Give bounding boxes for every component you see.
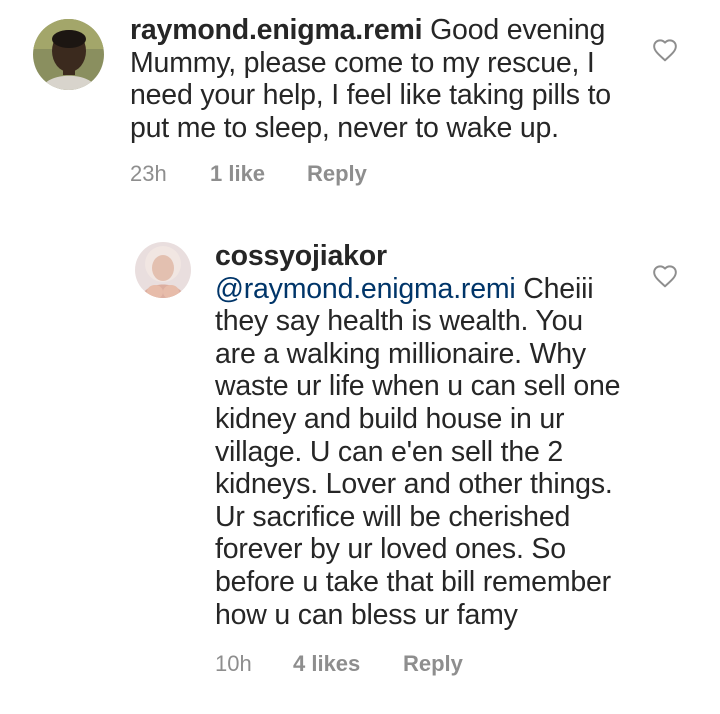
comment-username[interactable]: cossyojiakor xyxy=(215,240,387,272)
comment-meta: 10h 4 likes Reply xyxy=(215,651,463,677)
mention-link[interactable]: @raymond.enigma.remi xyxy=(215,273,516,305)
avatar[interactable] xyxy=(135,242,191,298)
reply-button[interactable]: Reply xyxy=(403,651,463,677)
profile-photo xyxy=(135,242,191,298)
heart-outline-icon[interactable] xyxy=(652,264,678,288)
comment-timestamp: 10h xyxy=(215,651,252,676)
comment-message: Cheiii they say health is wealth. You ar… xyxy=(215,272,621,631)
reply-comment-item: cossyojiakor @raymond.enigma.remi Cheiii… xyxy=(0,0,720,714)
comment-body: cossyojiakor @raymond.enigma.remi Cheiii… xyxy=(215,240,630,631)
comment-like-count[interactable]: 4 likes xyxy=(293,651,403,677)
